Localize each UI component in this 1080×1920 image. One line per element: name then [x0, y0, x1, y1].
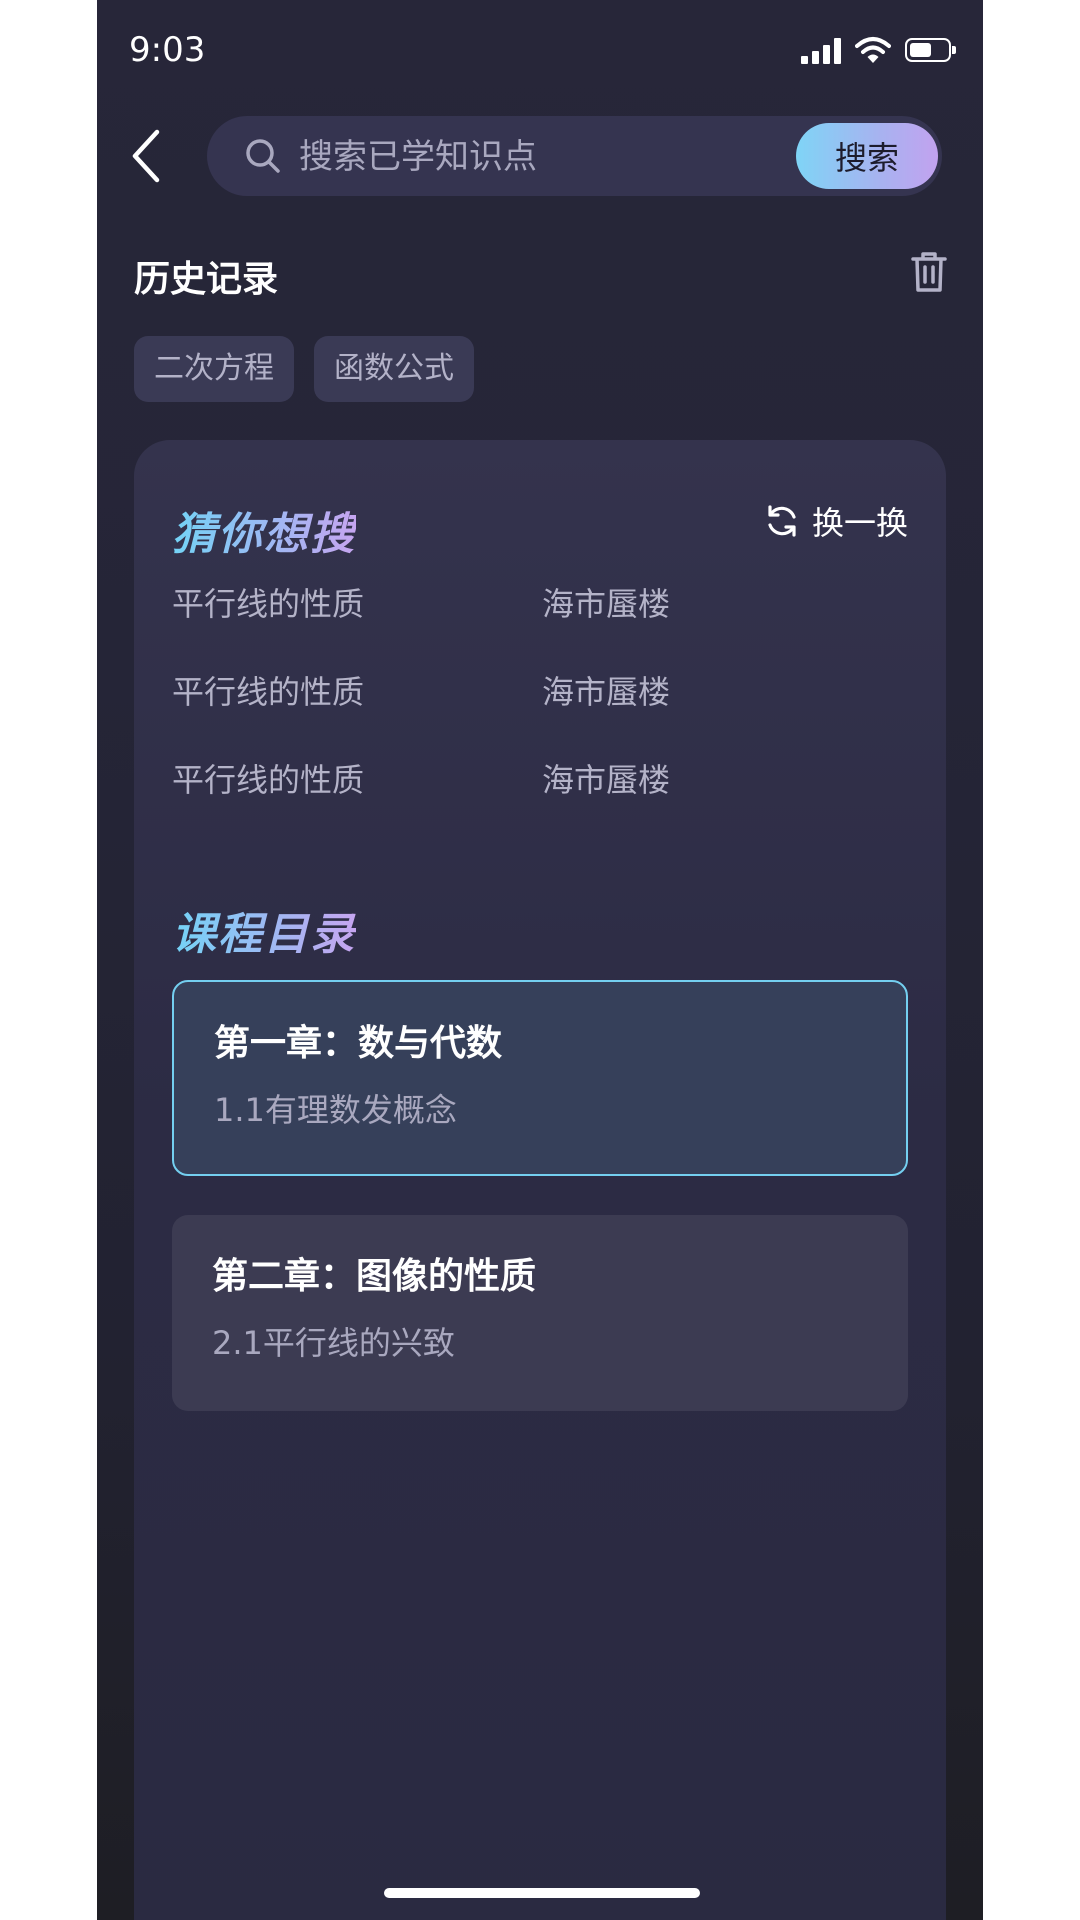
suggestion-item[interactable]: 海市蜃楼	[542, 584, 732, 624]
history-tag[interactable]: 函数公式	[314, 336, 474, 402]
chapter-card-2[interactable]: 第二章：图像的性质 2.1平行线的兴致	[172, 1215, 908, 1411]
search-bar: 搜索	[207, 116, 942, 196]
history-title: 历史记录	[134, 259, 279, 300]
wifi-icon	[855, 37, 891, 63]
app-screen: 9:03 搜索 历史记录 二次方程 函数公式	[97, 0, 983, 1920]
search-button[interactable]: 搜索	[796, 123, 938, 189]
search-icon	[246, 139, 280, 173]
suggestions-title: 猜你想搜	[172, 498, 356, 562]
history-tags: 二次方程 函数公式	[134, 336, 474, 402]
suggestion-item[interactable]: 平行线的性质	[172, 672, 542, 712]
suggestion-item[interactable]: 平行线的性质	[172, 584, 542, 624]
refresh-label: 换一换	[811, 504, 908, 542]
trash-icon[interactable]	[909, 250, 949, 294]
suggestion-item[interactable]: 平行线的性质	[172, 760, 542, 800]
catalog-title: 课程目录	[172, 898, 356, 962]
status-icons	[801, 36, 956, 64]
chapter-title: 第二章：图像的性质	[212, 1256, 537, 1297]
status-time: 9:03	[129, 30, 206, 70]
chapter-title: 第一章：数与代数	[214, 1023, 503, 1064]
home-indicator[interactable]	[384, 1888, 700, 1898]
suggestion-item[interactable]: 海市蜃楼	[542, 672, 732, 712]
suggestion-list: 平行线的性质 海市蜃楼 平行线的性质 海市蜃楼 平行线的性质 海市蜃楼	[172, 584, 732, 800]
signal-icon	[801, 36, 841, 64]
refresh-icon	[768, 505, 796, 537]
search-input[interactable]	[297, 128, 741, 186]
back-arrow-icon[interactable]	[127, 128, 167, 184]
chapter-card-1[interactable]: 第一章：数与代数 1.1有理数发概念	[172, 980, 908, 1176]
chapter-subtitle: 1.1有理数发概念	[214, 1091, 457, 1129]
suggestion-item[interactable]: 海市蜃楼	[542, 760, 732, 800]
refresh-button[interactable]: 换一换	[764, 498, 908, 544]
discover-card: 猜你想搜 换一换 平行线的性质 海市蜃楼 平行线的性质 海市蜃楼 平行线的性质 …	[134, 440, 946, 1920]
battery-icon	[905, 38, 956, 62]
chapter-subtitle: 2.1平行线的兴致	[212, 1324, 455, 1362]
history-tag[interactable]: 二次方程	[134, 336, 294, 402]
